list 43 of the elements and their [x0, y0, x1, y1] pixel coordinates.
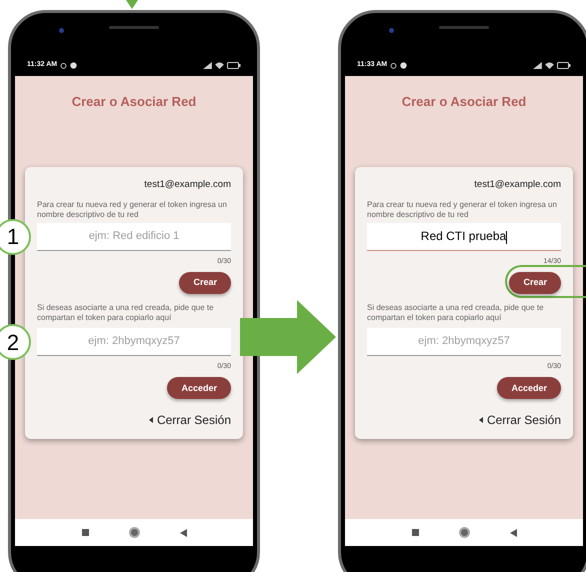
text-cursor	[506, 230, 508, 244]
page-title: Crear o Asociar Red	[72, 93, 196, 111]
input-placeholder: ejm: Red edificio 1	[88, 229, 180, 244]
user-email: test1@example.com	[144, 178, 231, 192]
input-placeholder: ejm: 2hbymqxyz57	[418, 334, 510, 350]
text-input-field[interactable]: Red CTI prueba	[367, 222, 561, 251]
home-icon[interactable]	[458, 527, 470, 538]
battery-icon	[227, 62, 241, 69]
speaker-grille	[439, 26, 489, 29]
page-title: Crear o Asociar Red	[402, 93, 526, 111]
logout-link[interactable]: Cerrar Sesión	[486, 411, 561, 430]
recents-icon[interactable]	[412, 529, 418, 536]
action-button[interactable]: Crear	[509, 272, 561, 294]
battery-icon	[557, 62, 571, 69]
join-instructions: Si deseas asociarte a una red creada, pide que te compartan el token para copiarlo aquí	[37, 303, 215, 323]
caret-icon	[148, 417, 153, 424]
input-placeholder: ejm: 2hbymqxyz57	[88, 334, 180, 350]
action-button[interactable]: Acceder	[167, 377, 231, 400]
circle-icon	[400, 62, 408, 69]
action-button[interactable]: Crear	[179, 272, 231, 294]
action-button[interactable]: Acceder	[497, 377, 561, 400]
signal-icon	[533, 62, 542, 69]
back-icon[interactable]	[180, 528, 186, 536]
create-instructions: Para crear tu nueva red y generar el token ingresa un nombre descriptivo de tu red	[37, 200, 228, 220]
camera-icon	[59, 28, 64, 33]
circle-icon	[70, 62, 78, 69]
wifi-icon	[545, 62, 554, 69]
user-email: test1@example.com	[474, 178, 561, 192]
speaker-grille	[109, 26, 159, 29]
step-number-badge: 2	[0, 324, 31, 360]
create-instructions: Para crear tu nueva red y generar el token ingresa un nombre descriptivo de tu red	[367, 200, 558, 220]
step-number-badge: 1	[0, 218, 31, 255]
camera-icon	[389, 28, 394, 33]
caret-icon	[478, 417, 483, 424]
wifi-icon	[215, 62, 224, 69]
join-instructions: Si deseas asociarte a una red creada, pide que te compartan el token para copiarlo aquí	[367, 303, 545, 323]
back-icon[interactable]	[510, 528, 516, 536]
down-arrow-icon	[126, 0, 138, 9]
input-value: Red CTI prueba	[420, 228, 508, 246]
home-icon[interactable]	[128, 527, 140, 538]
signal-icon	[203, 62, 212, 69]
recents-icon[interactable]	[82, 529, 88, 536]
logout-link[interactable]: Cerrar Sesión	[156, 411, 231, 430]
